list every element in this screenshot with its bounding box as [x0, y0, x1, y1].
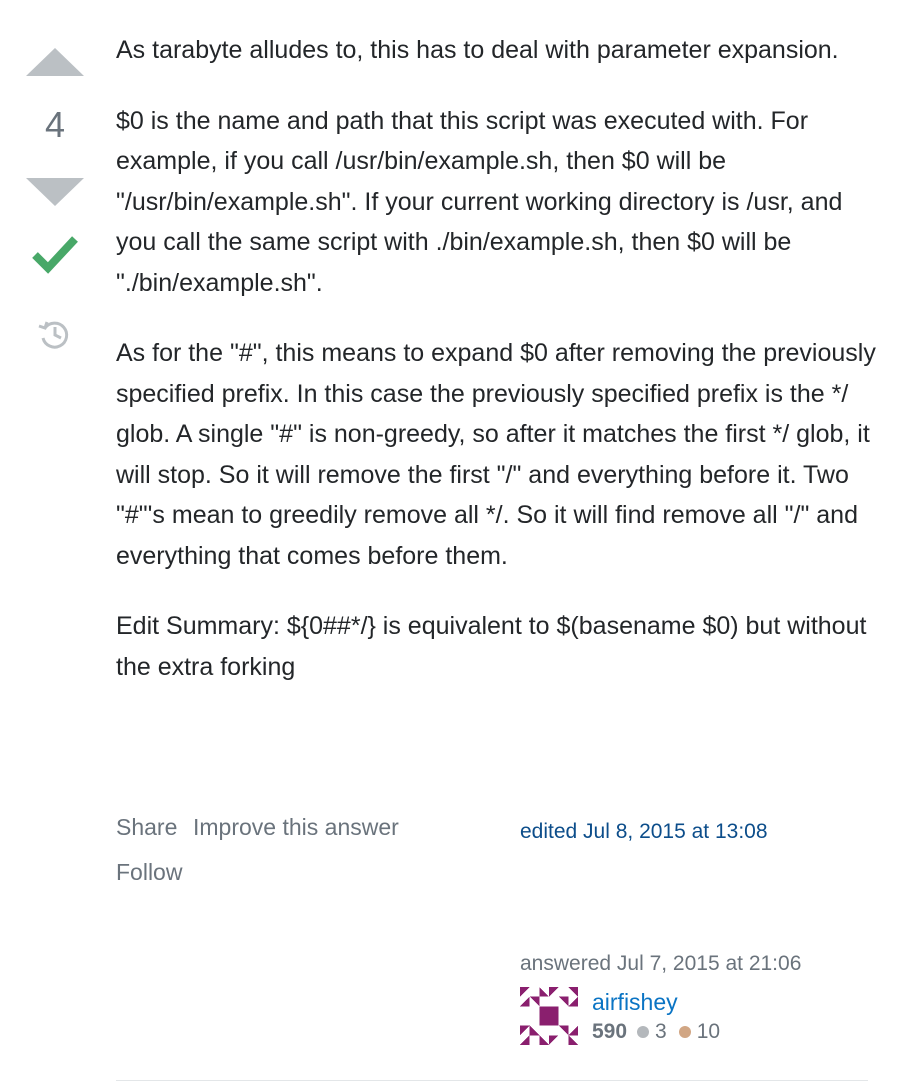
share-link[interactable]: Share: [116, 814, 177, 841]
reputation-score: 590: [592, 1020, 628, 1043]
answer-paragraph: As for the "#", this means to expand $0 …: [116, 339, 876, 570]
answer-body: As tarabyte alludes to, this has to deal…: [116, 30, 876, 717]
vote-count: 4: [44, 104, 66, 145]
answer-paragraph: $0 is the name and path that this script…: [116, 106, 843, 297]
improve-answer-link[interactable]: Improve this answer: [193, 814, 399, 841]
avatar-identicon[interactable]: [520, 987, 578, 1045]
answered-timestamp: answered Jul 7, 2015 at 21:06: [520, 952, 802, 975]
edited-timestamp-link[interactable]: edited Jul 8, 2015 at 13:08: [520, 820, 768, 844]
silver-badge-count: 3: [655, 1020, 667, 1043]
answer-paragraph: Edit Summary: ${0##*/} is equivalent to …: [116, 612, 867, 681]
answer-paragraph: As tarabyte alludes to, this has to deal…: [116, 36, 839, 64]
bronze-badge-icon: [678, 1026, 691, 1038]
follow-link[interactable]: Follow: [116, 859, 182, 886]
accepted-check-icon: [32, 236, 78, 274]
vote-down-icon[interactable]: [26, 178, 84, 206]
divider: [116, 1080, 868, 1081]
user-name-link[interactable]: airfishey: [592, 989, 678, 1016]
user-stats: 590 3 10: [592, 1020, 732, 1044]
history-icon[interactable]: [36, 316, 72, 352]
user-card: answered Jul 7, 2015 at 21:06 airfishey …: [520, 952, 802, 1045]
vote-up-icon[interactable]: [26, 48, 84, 76]
bronze-badge-count: 10: [696, 1020, 721, 1043]
silver-badge-icon: [637, 1026, 650, 1038]
